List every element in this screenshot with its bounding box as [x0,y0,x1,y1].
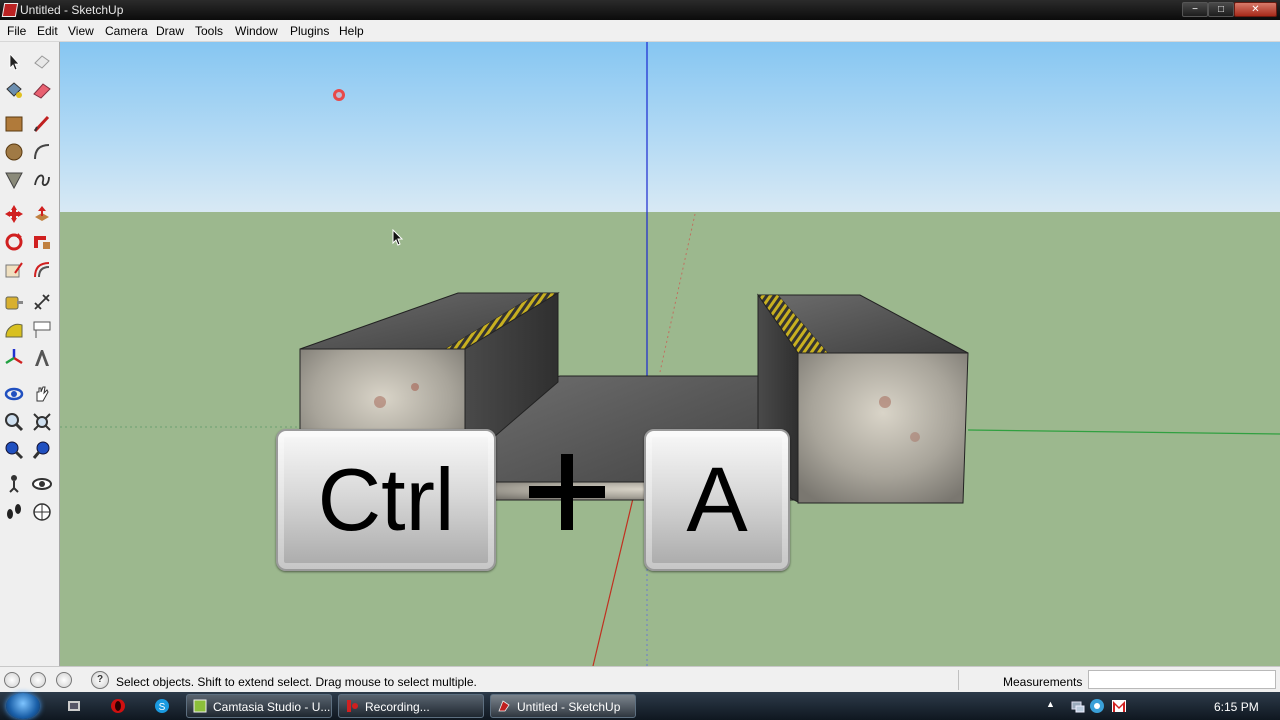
dimension-icon[interactable] [30,290,54,314]
gmail-icon[interactable] [1111,698,1127,714]
circle-icon[interactable] [2,140,26,164]
menu-file[interactable]: File [7,24,26,38]
skype-icon[interactable]: S [154,698,170,714]
tape-measure-icon[interactable] [2,290,26,314]
polygon-icon[interactable] [2,168,26,192]
camtasia-icon [193,699,207,713]
rectangle-icon[interactable] [2,112,26,136]
look-around-icon[interactable] [30,472,54,496]
network-icon[interactable] [1070,698,1086,714]
menu-tools[interactable]: Tools [195,24,223,38]
taskbar: S Camtasia Studio - U... Recording... Un… [0,692,1280,720]
next-view-icon[interactable] [30,438,54,462]
scale-icon[interactable] [2,258,26,282]
right-block-front[interactable] [797,352,969,504]
window-title: Untitled - SketchUp [20,3,124,17]
menu-camera[interactable]: Camera [105,24,148,38]
section-plane-icon[interactable] [30,500,54,524]
follow-me-icon[interactable] [30,230,54,254]
status-text: Select objects. Shift to extend select. … [116,675,477,689]
credits-icon[interactable] [30,672,46,688]
geo-location-icon[interactable] [4,672,20,688]
menu-view[interactable]: View [68,24,94,38]
status-bar: ? Select objects. Shift to extend select… [0,666,1280,693]
pan-icon[interactable] [30,382,54,406]
protractor-icon[interactable] [2,318,26,342]
previous-view-icon[interactable] [2,438,26,462]
paint-bucket-icon[interactable] [2,78,26,102]
zoom-icon[interactable] [2,410,26,434]
help-icon[interactable]: ? [91,671,109,689]
close-button[interactable]: ✕ [1234,2,1277,17]
3d-text-icon[interactable] [30,346,54,370]
chrome-icon[interactable] [1089,698,1105,714]
menu-bar: File Edit View Camera Draw Tools Window … [0,20,1280,42]
push-pull-icon[interactable] [30,202,54,226]
measurements-field[interactable] [1088,670,1276,689]
sketchup-app-icon [1,3,19,17]
menu-window[interactable]: Window [235,24,278,38]
minimize-button[interactable]: − [1182,2,1208,17]
title-bar: Untitled - SketchUp − □ ✕ [0,0,1280,20]
quick-launch-app-icon[interactable] [66,698,82,714]
svg-text:S: S [159,702,166,713]
menu-plugins[interactable]: Plugins [290,24,329,38]
click-indicator-icon [333,89,345,101]
opera-icon[interactable] [110,698,126,714]
taskbar-item-camtasia[interactable]: Camtasia Studio - U... [186,694,332,718]
eraser-icon[interactable] [30,78,54,102]
drawing-area[interactable]: Ctrl A [60,42,1280,666]
move-icon[interactable] [2,202,26,226]
measurements-label: Measurements [1003,675,1083,689]
arc-icon[interactable] [30,140,54,164]
mouse-cursor-icon [392,229,404,246]
walk-icon[interactable] [2,500,26,524]
make-component-icon[interactable] [30,50,54,74]
clock[interactable]: 6:15 PM [1214,700,1259,714]
red-axis-hidden [659,213,696,373]
taskbar-item-sketchup[interactable]: Untitled - SketchUp [490,694,636,718]
sketchup-icon [498,700,510,712]
orbit-icon[interactable] [2,382,26,406]
large-toolset [0,42,60,666]
recording-icon [347,700,358,712]
a-key-overlay: A [644,429,790,571]
rotate-icon[interactable] [2,230,26,254]
ctrl-key-overlay: Ctrl [276,429,496,571]
start-button[interactable] [6,693,40,719]
status-divider [958,670,959,690]
select-icon[interactable] [2,50,26,74]
position-camera-icon[interactable] [2,472,26,496]
maximize-button[interactable]: □ [1208,2,1234,17]
menu-help[interactable]: Help [339,24,364,38]
model-scene[interactable] [60,42,1280,666]
show-hidden-icons-button[interactable]: ▲ [1046,699,1055,709]
text-icon[interactable] [30,318,54,342]
green-axis [967,429,1280,435]
taskbar-item-recording[interactable]: Recording... [338,694,484,718]
freehand-icon[interactable] [30,168,54,192]
menu-draw[interactable]: Draw [156,24,184,38]
plus-icon [529,454,605,530]
offset-icon[interactable] [30,258,54,282]
axes-icon[interactable] [2,346,26,370]
login-icon[interactable] [56,672,72,688]
line-icon[interactable] [30,112,54,136]
menu-edit[interactable]: Edit [37,24,58,38]
zoom-extents-icon[interactable] [30,410,54,434]
